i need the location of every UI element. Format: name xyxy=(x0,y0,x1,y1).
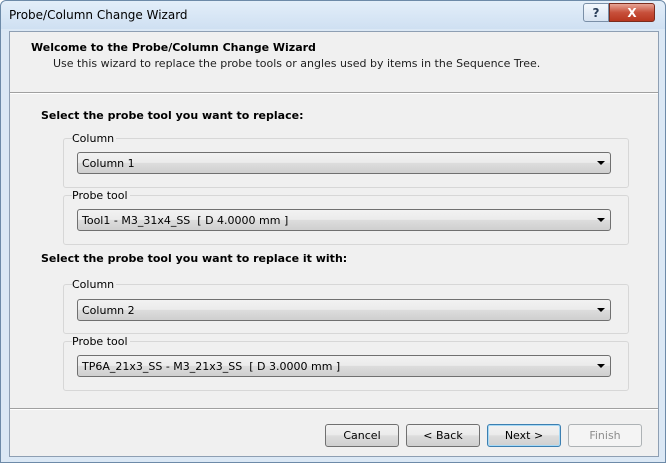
title-bar[interactable]: Probe/Column Change Wizard ? X xyxy=(1,1,665,29)
help-icon: ? xyxy=(592,5,600,20)
to-probe-value: TP6A_21x3_SS - M3_21x3_SS [ D 3.0000 mm … xyxy=(82,360,341,373)
from-column-select[interactable]: Column 1 xyxy=(77,152,611,174)
chevron-down-icon xyxy=(597,161,605,165)
from-probe-select[interactable]: Tool1 - M3_31x4_SS [ D 4.0000 mm ] xyxy=(77,209,611,231)
to-probe-select[interactable]: TP6A_21x3_SS - M3_21x3_SS [ D 3.0000 mm … xyxy=(77,355,611,377)
header-panel: Welcome to the Probe/Column Change Wizar… xyxy=(10,32,658,92)
next-button[interactable]: Next > xyxy=(487,424,561,447)
footer-divider xyxy=(10,408,658,410)
page-subtitle: Use this wizard to replace the probe too… xyxy=(53,57,541,70)
replace-from-heading: Select the probe tool you want to replac… xyxy=(41,109,304,122)
chevron-down-icon xyxy=(597,364,605,368)
close-icon: X xyxy=(627,5,637,20)
chevron-down-icon xyxy=(597,308,605,312)
from-column-value: Column 1 xyxy=(82,157,135,170)
to-column-select[interactable]: Column 2 xyxy=(77,299,611,321)
close-button[interactable]: X xyxy=(609,3,655,22)
from-column-label: Column xyxy=(72,132,117,145)
back-button[interactable]: < Back xyxy=(406,424,480,447)
help-button[interactable]: ? xyxy=(583,3,609,22)
chevron-down-icon xyxy=(597,218,605,222)
from-probe-value: Tool1 - M3_31x4_SS [ D 4.0000 mm ] xyxy=(82,214,289,227)
cancel-button[interactable]: Cancel xyxy=(325,424,399,447)
to-column-label: Column xyxy=(72,278,117,291)
header-divider xyxy=(10,92,658,94)
wizard-window: Probe/Column Change Wizard ? X Welcome t… xyxy=(0,0,666,463)
finish-button[interactable]: Finish xyxy=(568,424,642,447)
to-probe-label: Probe tool xyxy=(72,335,130,348)
replace-with-heading: Select the probe tool you want to replac… xyxy=(41,252,348,265)
page-title: Welcome to the Probe/Column Change Wizar… xyxy=(31,41,316,54)
wizard-client-area: Welcome to the Probe/Column Change Wizar… xyxy=(9,31,659,457)
window-title: Probe/Column Change Wizard xyxy=(9,8,188,22)
to-column-value: Column 2 xyxy=(82,304,135,317)
from-probe-label: Probe tool xyxy=(72,189,130,202)
